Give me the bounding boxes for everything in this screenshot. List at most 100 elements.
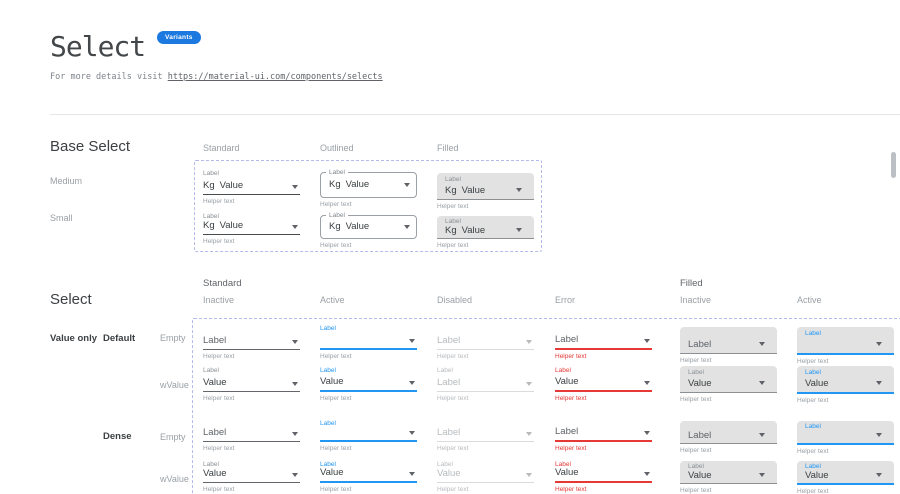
select-control[interactable]: Value bbox=[203, 469, 300, 483]
row-subgroup-default: Default bbox=[103, 333, 135, 344]
select-control[interactable]: Label bbox=[680, 327, 777, 354]
helper-text: Helper text bbox=[320, 201, 417, 208]
select-control[interactable] bbox=[320, 333, 417, 350]
select-control[interactable]: Label bbox=[203, 333, 300, 350]
select-control[interactable]: Value bbox=[555, 469, 652, 483]
select-control[interactable]: Label Value bbox=[797, 366, 894, 394]
select-standard-inactive-wvalue[interactable]: Label Value Helper text bbox=[203, 366, 300, 402]
select-control: Label bbox=[437, 333, 534, 350]
docs-link[interactable]: https://material-ui.com/components/selec… bbox=[168, 72, 383, 82]
select-dense-standard-inactive-wvalue[interactable]: Label Value Helper text bbox=[203, 460, 300, 493]
select-control[interactable]: Label bbox=[797, 421, 894, 445]
select-control[interactable]: Value bbox=[555, 375, 652, 392]
base-select-standard-medium[interactable]: Label KgValue Helper text bbox=[203, 169, 300, 205]
select-standard-disabled-empty: Label Helper text bbox=[437, 324, 534, 360]
select-control[interactable]: Label KgValue bbox=[437, 173, 534, 200]
subtitle-text: For more details visit bbox=[50, 72, 168, 82]
select-control[interactable]: Label bbox=[797, 327, 894, 355]
chevron-down-icon bbox=[404, 225, 410, 229]
select-control[interactable]: Label Value bbox=[797, 461, 894, 485]
select-dense-filled-active-wvalue[interactable]: Label Value Helper text bbox=[797, 461, 894, 494]
select-control: Label bbox=[437, 428, 534, 442]
select-dense-filled-active-empty[interactable]: Label Helper text bbox=[797, 421, 894, 455]
row-group-value-only: Value only bbox=[50, 333, 97, 344]
select-dense-filled-inactive-empty[interactable]: Label Helper text bbox=[680, 421, 777, 454]
col-standard-active: Active bbox=[320, 295, 345, 305]
select-control[interactable]: KgValue bbox=[203, 178, 300, 195]
select-value: Value bbox=[462, 186, 486, 196]
select-control[interactable]: Label KgValue bbox=[320, 172, 417, 198]
chevron-down-icon bbox=[644, 381, 650, 385]
base-col-filled: Filled bbox=[437, 143, 459, 153]
chevron-down-icon bbox=[644, 339, 650, 343]
base-select-filled-medium[interactable]: Label KgValue Helper text bbox=[437, 173, 534, 210]
scrollbar-thumb[interactable] bbox=[891, 152, 896, 178]
chevron-down-icon bbox=[526, 382, 532, 386]
helper-text: Helper text bbox=[437, 445, 534, 452]
select-dense-standard-error-wvalue[interactable]: Label Value Helper text bbox=[555, 460, 652, 493]
select-label: Label bbox=[320, 366, 417, 375]
select-control[interactable]: Value bbox=[320, 375, 417, 392]
select-control[interactable]: Label bbox=[555, 428, 652, 442]
base-select-filled-small[interactable]: Label KgValue Helper text bbox=[437, 216, 534, 249]
select-dense-standard-error-empty[interactable]: Label Helper text bbox=[555, 419, 652, 452]
select-control[interactable]: KgValue bbox=[203, 221, 300, 235]
select-value: Value bbox=[688, 471, 712, 481]
row-dense-empty: Empty bbox=[160, 432, 186, 442]
helper-text: Helper text bbox=[437, 486, 534, 493]
row-default-wvalue: wValue bbox=[160, 380, 189, 390]
select-control[interactable]: Label KgValue bbox=[320, 215, 417, 239]
select-filled-inactive-empty[interactable]: Label Helper text bbox=[680, 327, 777, 364]
select-control[interactable]: Label bbox=[203, 428, 300, 442]
select-dense-standard-active-wvalue[interactable]: Label Value Helper text bbox=[320, 460, 417, 493]
select-dense-filled-inactive-wvalue[interactable]: Label Value Helper text bbox=[680, 461, 777, 494]
select-placeholder: Label bbox=[437, 428, 460, 438]
select-filled-active-empty[interactable]: Label Helper text bbox=[797, 327, 894, 365]
helper-text: Helper text bbox=[555, 486, 652, 493]
chevron-down-icon bbox=[409, 339, 415, 343]
select-control[interactable]: Label bbox=[680, 421, 777, 444]
select-label: Label bbox=[445, 175, 528, 184]
select-standard-inactive-empty[interactable]: Label Helper text bbox=[203, 324, 300, 360]
select-filled-inactive-wvalue[interactable]: Label Value Helper text bbox=[680, 366, 777, 403]
select-control[interactable]: Value bbox=[320, 469, 417, 483]
helper-text: Helper text bbox=[437, 203, 534, 210]
chevron-down-icon bbox=[644, 472, 650, 476]
helper-text: Helper text bbox=[680, 396, 777, 403]
select-control[interactable]: Label bbox=[555, 333, 652, 350]
helper-text: Helper text bbox=[437, 395, 534, 402]
select-adornment: Kg bbox=[329, 180, 341, 190]
select-dense-standard-inactive-empty[interactable]: Label Helper text bbox=[203, 419, 300, 452]
group-standard: Standard bbox=[203, 278, 242, 289]
select-dense-standard-active-empty[interactable]: Label Helper text bbox=[320, 419, 417, 452]
base-select-standard-small[interactable]: Label KgValue Helper text bbox=[203, 212, 300, 245]
base-select-outlined-medium[interactable]: Label KgValue Helper text bbox=[320, 172, 417, 208]
select-control[interactable]: Value bbox=[203, 375, 300, 392]
select-standard-error-empty[interactable]: Label Helper text bbox=[555, 324, 652, 360]
select-filled-active-wvalue[interactable]: Label Value Helper text bbox=[797, 366, 894, 404]
helper-text: Helper text bbox=[320, 486, 417, 493]
select-standard-error-wvalue[interactable]: Label Value Helper text bbox=[555, 366, 652, 402]
select-label: Label bbox=[445, 217, 528, 226]
chevron-down-icon bbox=[404, 183, 410, 187]
select-control[interactable]: Label Value bbox=[680, 461, 777, 484]
helper-text: Helper text bbox=[203, 445, 300, 452]
select-grid-heading: Select bbox=[50, 291, 92, 308]
select-standard-disabled-wvalue: Label Label Helper text bbox=[437, 366, 534, 402]
select-value: Value bbox=[220, 221, 244, 231]
helper-text: Helper text bbox=[437, 242, 534, 249]
helper-text: Helper text bbox=[203, 486, 300, 493]
helper-text: Helper text bbox=[203, 353, 300, 360]
select-standard-active-empty[interactable]: Label Helper text bbox=[320, 324, 417, 360]
select-control: Label bbox=[437, 375, 534, 392]
helper-text: Helper text bbox=[203, 238, 300, 245]
base-select-outlined-small[interactable]: Label KgValue Helper text bbox=[320, 215, 417, 249]
select-control[interactable]: Label KgValue bbox=[437, 216, 534, 239]
helper-text: Helper text bbox=[320, 242, 417, 249]
col-filled-inactive: Inactive bbox=[680, 295, 711, 305]
select-label: Label bbox=[805, 329, 888, 338]
chevron-down-icon bbox=[759, 433, 765, 437]
select-standard-active-wvalue[interactable]: Label Value Helper text bbox=[320, 366, 417, 402]
select-control[interactable]: Label Value bbox=[680, 366, 777, 393]
select-control[interactable] bbox=[320, 428, 417, 442]
